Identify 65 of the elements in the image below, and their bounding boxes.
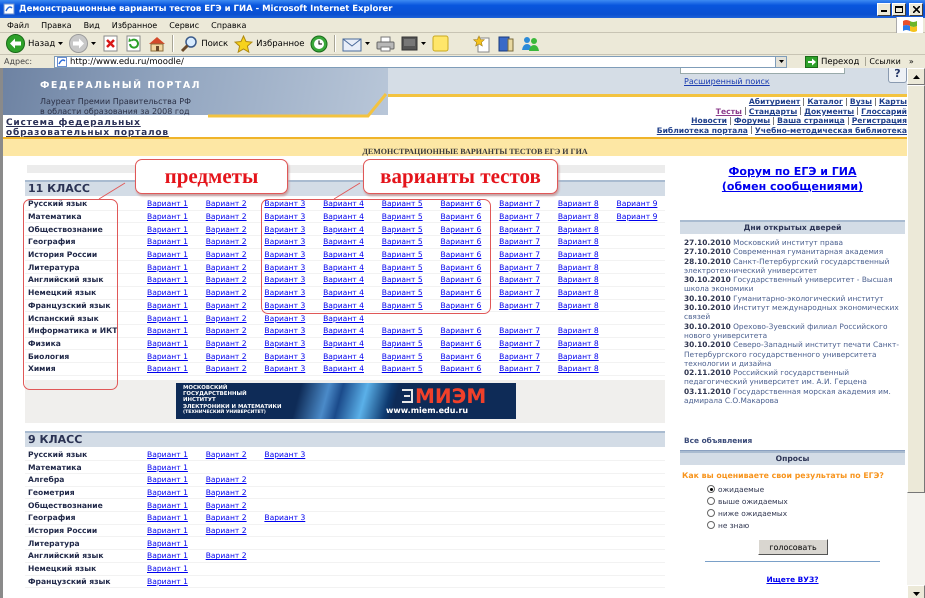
star-page-icon	[473, 34, 492, 52]
search-icon	[180, 34, 198, 52]
portals-link[interactable]: Система федеральных образовательных порталов	[6, 118, 211, 138]
people-icon	[521, 35, 540, 52]
book-icon	[497, 34, 516, 52]
award-text: Лауреат Премии Правительства РФ в области образования за 2008 год	[40, 97, 191, 116]
menu-item[interactable]: Файл	[0, 20, 36, 30]
callout-label: варианты тестов	[363, 159, 558, 194]
menu-item[interactable]: Сервис	[163, 20, 206, 30]
forum-link[interactable]: Форум по ЕГЭ и ГИА	[728, 164, 856, 179]
menu-item[interactable]: Избранное	[106, 20, 164, 30]
links-button[interactable]: Ссылки	[865, 57, 904, 66]
leader-line	[333, 182, 361, 200]
scrollbar-thumb[interactable]	[907, 85, 925, 493]
radio-button[interactable]	[707, 497, 715, 506]
scroll-up-button[interactable]	[907, 68, 925, 85]
leader-line	[98, 182, 126, 200]
page-icon	[3, 3, 15, 15]
radio-button[interactable]	[707, 521, 715, 530]
close-button[interactable]	[909, 2, 923, 16]
go-arrow-icon	[805, 56, 818, 68]
help-button[interactable]: ?	[888, 68, 907, 83]
flag-icon	[902, 18, 918, 32]
radio-button[interactable]	[707, 509, 715, 518]
star-icon	[234, 34, 254, 52]
section-header: 9 КЛАСС	[25, 430, 665, 447]
url-text: www.miem.edu.ru	[386, 406, 468, 415]
screen-icon	[401, 36, 418, 51]
forum-link[interactable]: (обмен сообщениями)	[722, 179, 864, 194]
history-icon	[310, 34, 328, 52]
printer-icon	[376, 36, 396, 52]
menu-item[interactable]: Справка	[205, 20, 252, 30]
up-arrow-icon	[912, 74, 920, 78]
logo-mark-icon	[401, 388, 413, 404]
caret-icon	[778, 60, 784, 63]
go-button[interactable]: Переход	[802, 56, 862, 68]
refresh-icon	[125, 35, 142, 52]
address-label: Адрес:	[4, 57, 34, 66]
window-title: Демонстрационные варианты тестов ЕГЭ и ГИА - Microsoft Internet Explorer	[19, 4, 394, 14]
radio-button[interactable]	[707, 485, 715, 494]
maximize-button[interactable]	[892, 2, 906, 16]
minimize-button[interactable]	[877, 2, 891, 16]
note-icon	[432, 35, 450, 52]
address-field[interactable]: http://www.edu.ru/moodle/	[54, 56, 776, 68]
dropdown-button[interactable]	[775, 56, 787, 68]
page-icon	[57, 56, 67, 66]
home-icon	[148, 35, 166, 52]
scroll-down-button[interactable]	[907, 585, 925, 598]
advanced-search-link[interactable]: Расширенный поиск	[684, 77, 770, 86]
down-arrow-icon	[912, 592, 920, 596]
close-icon	[912, 6, 920, 12]
maximize-icon	[895, 6, 903, 12]
logo-text: МИЭМ	[415, 386, 486, 406]
more-button[interactable]: »	[906, 57, 916, 66]
menu-item[interactable]: Вид	[78, 20, 106, 30]
back-button[interactable]: Назад	[3, 34, 66, 54]
page-heading: ДЕМОНСТРАЦИОННЫЕ ВАРИАНТЫ ТЕСТОВ ЕГЭ И ГИА	[362, 147, 588, 156]
favorites-button[interactable]: Избранное	[231, 34, 308, 54]
search-button[interactable]: Поиск	[177, 34, 232, 54]
callout-label: предметы	[135, 159, 288, 194]
portal-title: ФЕДЕРАЛЬНЫЙ ПОРТАЛ	[40, 80, 202, 91]
vote-button[interactable]: голосовать	[758, 539, 828, 556]
stop-icon	[102, 35, 120, 52]
menu-item[interactable]: Правка	[35, 20, 78, 30]
mail-icon	[342, 36, 362, 52]
